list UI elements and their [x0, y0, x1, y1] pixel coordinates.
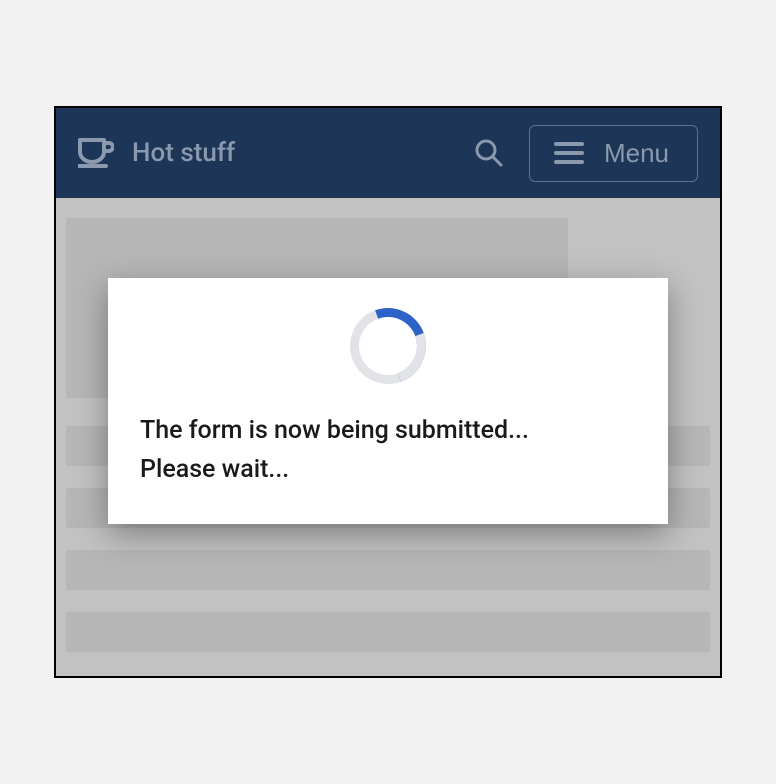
modal-message-line1: The form is now being submitted... — [140, 412, 636, 451]
hamburger-icon — [554, 142, 584, 164]
modal-message-line2: Please wait... — [140, 451, 636, 490]
app-frame: Hot stuff Menu The form is now being sub… — [54, 106, 722, 678]
brand-label: Hot stuff — [132, 138, 235, 168]
loading-spinner-icon — [338, 296, 439, 397]
loading-modal: The form is now being submitted... Pleas… — [108, 278, 668, 524]
menu-button[interactable]: Menu — [529, 125, 698, 182]
cup-icon — [78, 138, 114, 168]
menu-button-label: Menu — [604, 138, 669, 169]
top-bar: Hot stuff Menu — [56, 108, 720, 198]
brand[interactable]: Hot stuff — [78, 138, 235, 168]
search-icon[interactable] — [469, 133, 509, 173]
spinner-wrap — [140, 308, 636, 384]
